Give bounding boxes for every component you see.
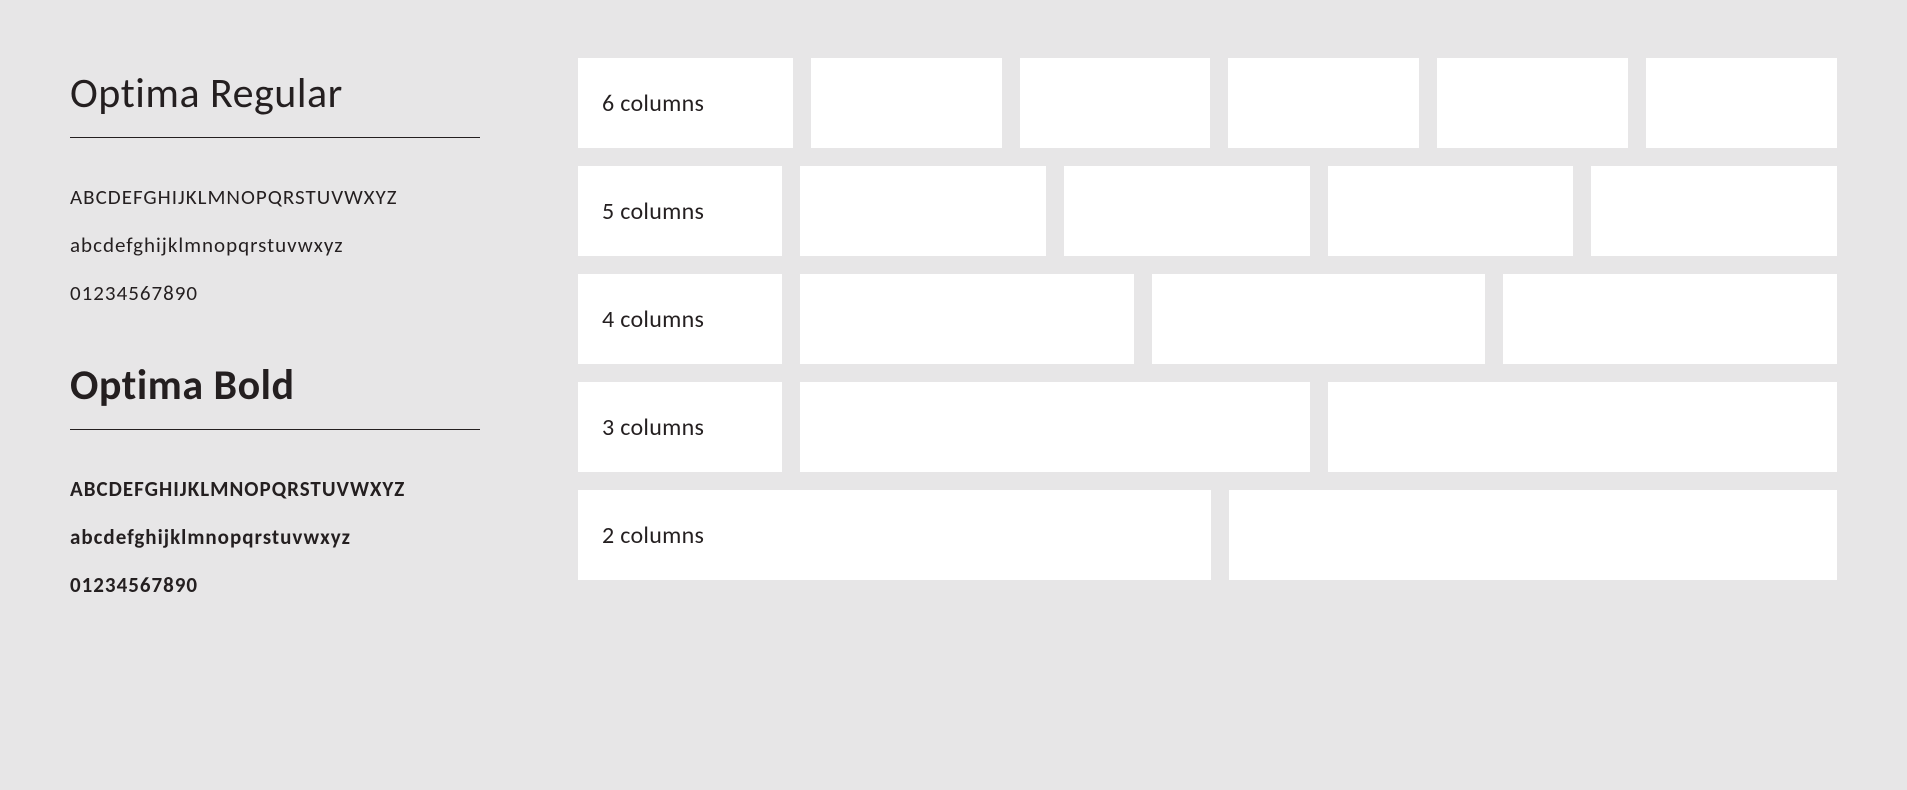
grid-cell-label: 5 columns	[578, 166, 782, 256]
grid-cell	[1064, 166, 1310, 256]
grid-label: 5 columns	[602, 197, 704, 226]
grid-row-5: 5 columns	[578, 166, 1837, 256]
grid-row-2: 2 columns	[578, 490, 1837, 580]
grid-cell	[1328, 382, 1838, 472]
type-title-regular: Optima Regular	[70, 68, 510, 137]
grid-cell	[1020, 58, 1211, 148]
grid-cell	[1591, 166, 1837, 256]
grid-label: 2 columns	[602, 521, 704, 550]
grid-cell	[1152, 274, 1486, 364]
grid-cell	[811, 58, 1002, 148]
type-block-regular: Optima Regular ABCDEFGHIJKLMNOPQRSTUVWXY…	[70, 68, 510, 306]
grid-cell-label: 3 columns	[578, 382, 782, 472]
grid-label: 4 columns	[602, 305, 704, 334]
grid-cell-label: 4 columns	[578, 274, 782, 364]
type-block-bold: Optima Bold ABCDEFGHIJKLMNOPQRSTUVWXYZ a…	[70, 360, 510, 598]
grid-cell	[1328, 166, 1574, 256]
divider	[70, 429, 480, 430]
grid-cell	[800, 382, 1310, 472]
specimen-upper: ABCDEFGHIJKLMNOPQRSTUVWXYZ	[70, 184, 510, 210]
grid-cell	[800, 166, 1046, 256]
typography-column: Optima Regular ABCDEFGHIJKLMNOPQRSTUVWXY…	[70, 58, 510, 790]
divider	[70, 137, 480, 138]
grid-cell	[1646, 58, 1837, 148]
grid-row-3: 3 columns	[578, 382, 1837, 472]
grid-cell	[800, 274, 1134, 364]
grid-cell-label: 6 columns	[578, 58, 793, 148]
grid-row-6: 6 columns	[578, 58, 1837, 148]
grid-cell	[1503, 274, 1837, 364]
specimen-digits: 01234567890	[70, 280, 510, 306]
grid-cell	[1229, 490, 1838, 580]
grid-label: 3 columns	[602, 413, 704, 442]
specimen-lower: abcdefghijklmnopqrstuvwxyz	[70, 524, 510, 550]
specimen-upper: ABCDEFGHIJKLMNOPQRSTUVWXYZ	[70, 476, 510, 502]
grid-label: 6 columns	[602, 89, 704, 118]
type-title-bold: Optima Bold	[70, 360, 510, 429]
style-guide-page: Optima Regular ABCDEFGHIJKLMNOPQRSTUVWXY…	[0, 0, 1907, 790]
grid-cell	[1228, 58, 1419, 148]
grid-cell	[1437, 58, 1628, 148]
grid-row-4: 4 columns	[578, 274, 1837, 364]
specimen-digits: 01234567890	[70, 572, 510, 598]
specimen-lower: abcdefghijklmnopqrstuvwxyz	[70, 232, 510, 258]
grid-demo-column: 6 columns 5 columns 4 columns 3 columns	[510, 58, 1837, 790]
grid-cell-label: 2 columns	[578, 490, 1211, 580]
